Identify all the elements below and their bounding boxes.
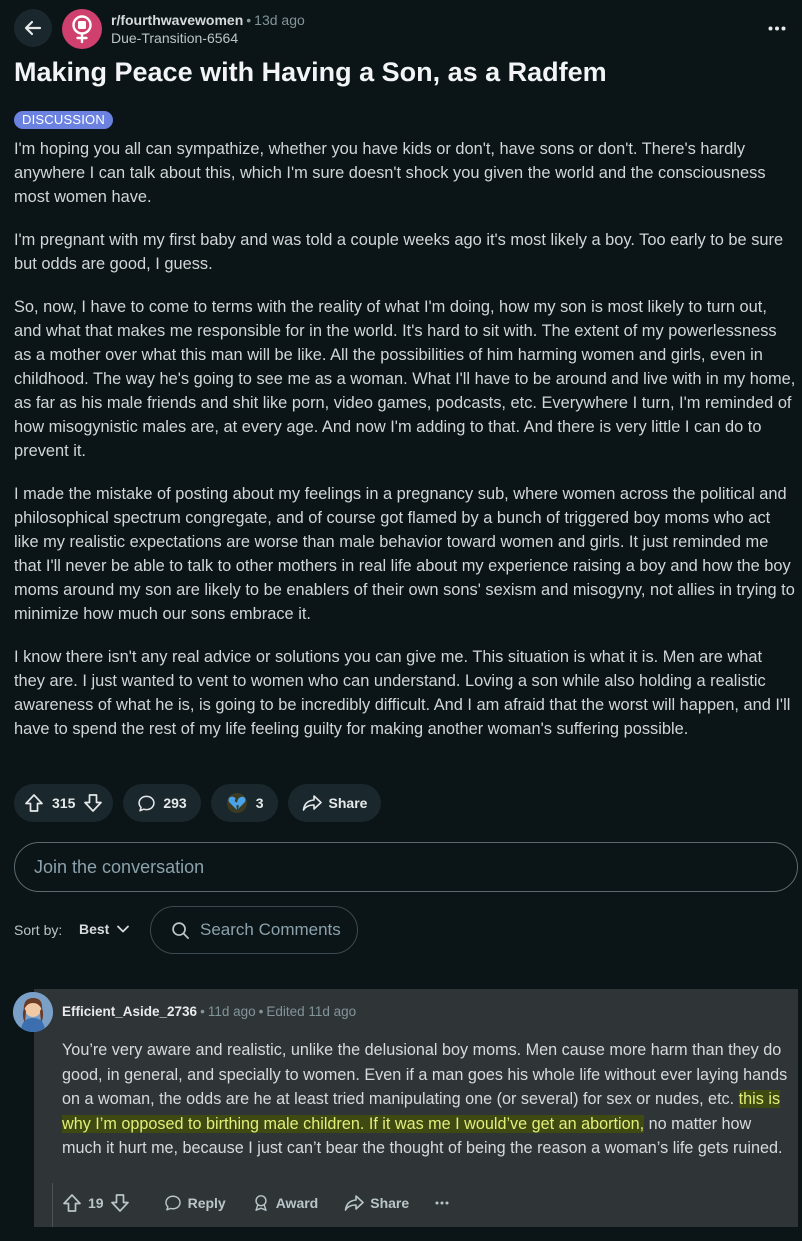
downvote-icon[interactable] bbox=[83, 793, 103, 813]
comment-text: You’re very aware and realistic, unlike … bbox=[62, 1038, 790, 1161]
reply-label: Reply bbox=[187, 1195, 226, 1211]
comment-count: 293 bbox=[163, 795, 187, 811]
comment-bubble-icon bbox=[164, 1195, 181, 1211]
sort-dropdown[interactable]: Best bbox=[79, 921, 130, 937]
search-comments-input[interactable]: Search Comments bbox=[150, 906, 358, 954]
comment-vote-count: 19 bbox=[88, 1195, 104, 1211]
sort-value: Best bbox=[79, 921, 110, 937]
broken-heart-icon bbox=[226, 793, 247, 813]
comments-button[interactable]: 293 bbox=[123, 784, 201, 822]
comment-age: 11d ago bbox=[207, 1004, 256, 1019]
subreddit-meta: r/fourthwavewomen • 13d ago bbox=[111, 12, 305, 28]
share-button[interactable]: Share bbox=[287, 784, 382, 822]
comment-share-button[interactable]: Share bbox=[344, 1194, 409, 1212]
more-options-button[interactable] bbox=[766, 18, 788, 38]
post-paragraph: I'm hoping you all can sympathize, wheth… bbox=[14, 140, 766, 206]
upvote-icon[interactable] bbox=[62, 1193, 82, 1213]
comment-edited: Edited 11d ago bbox=[266, 1004, 357, 1019]
share-icon bbox=[302, 795, 322, 811]
join-placeholder: Join the conversation bbox=[34, 856, 205, 877]
sort-label: Sort by: bbox=[14, 922, 63, 938]
share-icon bbox=[344, 1195, 365, 1211]
more-icon bbox=[435, 1201, 449, 1205]
avatar[interactable] bbox=[13, 992, 53, 1032]
comment-bubble-icon bbox=[138, 795, 156, 811]
avatar-icon bbox=[13, 992, 53, 1032]
post-author[interactable]: Due-Transition-6564 bbox=[111, 30, 238, 46]
chevron-down-icon bbox=[117, 925, 130, 933]
post-title: Making Peace with Having a Son, as a Rad… bbox=[14, 57, 607, 87]
award-label: Award bbox=[275, 1195, 319, 1211]
post-paragraph: I'm pregnant with my first baby and was … bbox=[14, 231, 784, 273]
vote-pill: 315 bbox=[14, 784, 114, 822]
comment-action-bar: 19 Reply Award Share bbox=[62, 1193, 475, 1213]
post-paragraph: I made the mistake of posting about my f… bbox=[14, 485, 795, 623]
back-button[interactable] bbox=[14, 9, 52, 47]
join-conversation-input[interactable]: Join the conversation bbox=[14, 842, 798, 892]
post-age: 13d ago bbox=[254, 12, 305, 28]
search-placeholder: Search Comments bbox=[200, 920, 341, 939]
post-action-bar: 315 293 3 Share bbox=[14, 784, 382, 822]
reply-button[interactable]: Reply bbox=[164, 1194, 226, 1212]
comment-vote: 19 bbox=[62, 1193, 130, 1213]
search-icon bbox=[172, 921, 189, 939]
share-label: Share bbox=[328, 795, 368, 811]
award-icon bbox=[255, 1195, 267, 1211]
post-paragraph: I know there isn't any real advice or so… bbox=[14, 648, 791, 738]
post-flair[interactable]: DISCUSSION bbox=[14, 111, 113, 129]
comment-author[interactable]: Efficient_Aside_2736 bbox=[62, 1004, 197, 1019]
award-count: 3 bbox=[255, 795, 264, 811]
back-arrow-icon bbox=[24, 20, 42, 36]
comment-share-label: Share bbox=[370, 1195, 410, 1211]
venus-fist-icon bbox=[72, 15, 92, 44]
vote-count: 315 bbox=[52, 795, 76, 811]
subreddit-icon[interactable] bbox=[62, 9, 102, 49]
post-body: I'm hoping you all can sympathize, wheth… bbox=[14, 137, 796, 760]
post-header: r/fourthwavewomen • 13d ago Due-Transition… bbox=[0, 0, 802, 56]
award-button[interactable]: Award bbox=[252, 1194, 319, 1212]
awards-button[interactable]: 3 bbox=[210, 784, 278, 822]
upvote-icon[interactable] bbox=[24, 793, 44, 813]
post-paragraph: So, now, I have to come to terms with th… bbox=[14, 298, 796, 460]
subreddit-name[interactable]: r/fourthwavewomen bbox=[111, 12, 243, 28]
comment-meta: Efficient_Aside_2736 • 11d ago • Edited 11d … bbox=[62, 1004, 357, 1019]
downvote-icon[interactable] bbox=[110, 1193, 130, 1213]
comment-more-button[interactable] bbox=[435, 1201, 449, 1205]
thread-line[interactable] bbox=[52, 1183, 53, 1227]
more-icon bbox=[768, 26, 786, 30]
comment-text-before: You’re very aware and realistic, unlike … bbox=[62, 1041, 788, 1108]
